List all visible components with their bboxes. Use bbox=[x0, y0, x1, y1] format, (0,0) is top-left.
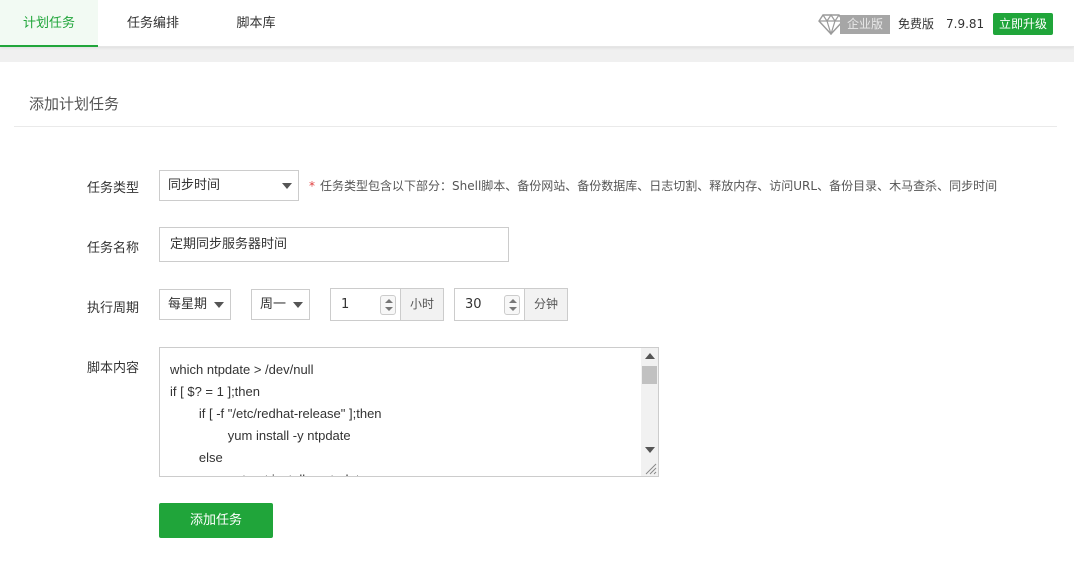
task-name-label: 任务名称 bbox=[87, 241, 140, 256]
tab-task-orchestration[interactable]: 任务编排 bbox=[112, 0, 194, 47]
scrollbar[interactable] bbox=[641, 348, 658, 476]
script-line: if [ -f "/etc/redhat-release" ];then bbox=[170, 406, 382, 421]
scroll-thumb[interactable] bbox=[642, 366, 657, 384]
panel-title: 添加计划任务 bbox=[29, 95, 120, 113]
stepper-up-icon bbox=[385, 299, 393, 303]
task-type-hint: * 任务类型包含以下部分：Shell脚本、备份网站、备份数据库、日志切割、释放内存… bbox=[309, 177, 997, 194]
chevron-down-icon bbox=[282, 183, 292, 189]
chevron-down-icon bbox=[293, 302, 303, 308]
task-type-value: 同步时间 bbox=[168, 178, 221, 193]
upgrade-button[interactable]: 立即升级 bbox=[993, 13, 1053, 35]
script-line: which ntpdate > /dev/null bbox=[170, 362, 314, 377]
resize-handle-icon[interactable] bbox=[643, 461, 657, 475]
scroll-down-icon[interactable] bbox=[645, 447, 655, 453]
script-line: yum install -y ntpdate bbox=[170, 428, 351, 443]
tab-scheduled-tasks[interactable]: 计划任务 bbox=[0, 0, 98, 47]
stepper-down-icon bbox=[509, 307, 517, 311]
task-type-label: 任务类型 bbox=[87, 181, 140, 196]
task-name-input[interactable]: 定期同步服务器时间 bbox=[159, 227, 509, 262]
required-star: * bbox=[309, 179, 315, 193]
minute-field: 30 分钟 bbox=[454, 288, 568, 321]
hour-stepper[interactable] bbox=[380, 295, 396, 315]
scroll-up-icon[interactable] bbox=[645, 353, 655, 359]
weekday-select[interactable]: 周一 bbox=[251, 289, 310, 320]
chevron-down-icon bbox=[214, 302, 224, 308]
minute-input[interactable]: 30 bbox=[465, 289, 482, 320]
hour-unit: 小时 bbox=[400, 289, 443, 320]
weekday-value: 周一 bbox=[260, 297, 287, 312]
minute-unit: 分钟 bbox=[524, 289, 567, 320]
script-line: apt-get install -y ntpdate bbox=[170, 469, 382, 476]
script-line: if [ $? = 1 ];then bbox=[170, 384, 260, 399]
edition-label: 免费版 bbox=[898, 17, 935, 31]
script-textarea[interactable]: which ntpdate > /dev/null if [ $? = 1 ];… bbox=[159, 347, 659, 477]
hour-input[interactable]: 1 bbox=[341, 289, 349, 320]
divider bbox=[14, 126, 1057, 127]
top-bar: 计划任务 任务编排 脚本库 企业版 免费版 7.9.81 立即升级 bbox=[0, 0, 1074, 47]
task-type-select[interactable]: 同步时间 bbox=[159, 170, 299, 201]
cycle-value: 每星期 bbox=[168, 297, 208, 312]
task-type-hint-text: 任务类型包含以下部分：Shell脚本、备份网站、备份数据库、日志切割、释放内存、… bbox=[320, 179, 998, 193]
add-task-button[interactable]: 添加任务 bbox=[159, 503, 273, 538]
period-label: 执行周期 bbox=[87, 301, 140, 316]
stepper-down-icon bbox=[385, 307, 393, 311]
tab-script-library[interactable]: 脚本库 bbox=[226, 0, 286, 47]
script-line: else bbox=[170, 450, 223, 465]
add-task-panel: 添加计划任务 任务类型 同步时间 * 任务类型包含以下部分：Shell脚本、备份网… bbox=[0, 62, 1074, 566]
version-label: 7.9.81 bbox=[946, 17, 985, 31]
hour-field: 1 小时 bbox=[330, 288, 444, 321]
stepper-up-icon bbox=[509, 299, 517, 303]
enterprise-badge[interactable]: 企业版 bbox=[840, 15, 890, 34]
cycle-select[interactable]: 每星期 bbox=[159, 289, 231, 320]
script-content: which ntpdate > /dev/null if [ $? = 1 ];… bbox=[170, 359, 382, 476]
script-label: 脚本内容 bbox=[87, 361, 140, 376]
minute-stepper[interactable] bbox=[504, 295, 520, 315]
